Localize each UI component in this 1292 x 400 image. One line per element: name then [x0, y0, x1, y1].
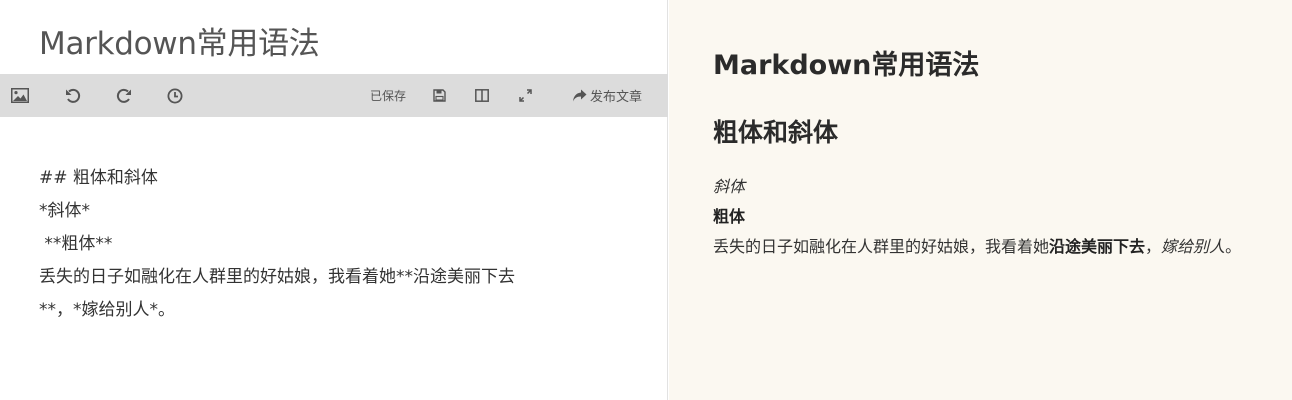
undo-button[interactable] — [57, 74, 89, 117]
markdown-source-editor[interactable]: ## 粗体和斜体 *斜体* **粗体** 丢失的日子如融化在人群里的好姑娘，我看… — [39, 162, 639, 327]
insert-image-button[interactable] — [4, 74, 36, 117]
columns-icon — [475, 89, 489, 102]
source-line: ## 粗体和斜体 — [39, 168, 158, 188]
preview-pane: Markdown常用语法 粗体和斜体 斜体 粗体 丢失的日子如融化在人群里的好姑… — [669, 0, 1292, 400]
paragraph-bold-text: 沿途美丽下去 — [1049, 237, 1146, 256]
image-icon — [11, 88, 29, 103]
source-line: **粗体** — [39, 234, 113, 254]
redo-button[interactable] — [108, 74, 140, 117]
editor-pane: Markdown常用语法 已保存 发布文章 ## 粗体和斜体 *斜体* **粗体… — [0, 0, 668, 400]
source-line: 丢失的日子如融化在人群里的好姑娘，我看着她**沿途美丽下去 — [39, 267, 515, 287]
save-status-label: 已保存 — [369, 89, 406, 103]
save-button[interactable] — [426, 74, 452, 117]
preview-body: 斜体 粗体 丢失的日子如融化在人群里的好姑娘，我看着她沿途美丽下去，嫁给别人。 — [713, 172, 1279, 262]
save-status: 已保存 — [366, 74, 410, 117]
paragraph-end: 。 — [1225, 237, 1242, 256]
save-icon — [432, 89, 446, 102]
fullscreen-button[interactable] — [512, 74, 538, 117]
markdown-editor-page: Markdown常用语法 已保存 发布文章 ## 粗体和斜体 *斜体* **粗体… — [0, 0, 1292, 400]
expand-icon — [518, 89, 532, 102]
preview-heading: 粗体和斜体 — [713, 118, 839, 147]
source-line: **，*嫁给别人*。 — [39, 300, 175, 320]
clock-icon — [167, 88, 183, 103]
split-view-button[interactable] — [469, 74, 495, 117]
history-button[interactable] — [159, 74, 191, 117]
publish-button[interactable]: 发布文章 — [564, 74, 650, 117]
source-line: *斜体* — [39, 201, 90, 221]
redo-icon — [116, 88, 131, 103]
publish-label: 发布文章 — [589, 90, 642, 105]
share-icon — [572, 89, 587, 102]
preview-title: Markdown常用语法 — [713, 50, 980, 81]
undo-icon — [66, 88, 81, 103]
paragraph-plain-text: 丢失的日子如融化在人群里的好姑娘，我看着她 — [713, 237, 1050, 256]
preview-bold-text: 粗体 — [713, 207, 746, 226]
editor-toolbar: 已保存 发布文章 — [0, 74, 668, 117]
paragraph-italic-text: 嫁给别人 — [1161, 237, 1226, 256]
paragraph-separator: ， — [1145, 237, 1162, 256]
document-title-input[interactable]: Markdown常用语法 — [39, 20, 639, 68]
preview-paragraph: 丢失的日子如融化在人群里的好姑娘，我看着她沿途美丽下去，嫁给别人。 — [713, 232, 1279, 262]
preview-italic-text: 斜体 — [713, 177, 746, 196]
